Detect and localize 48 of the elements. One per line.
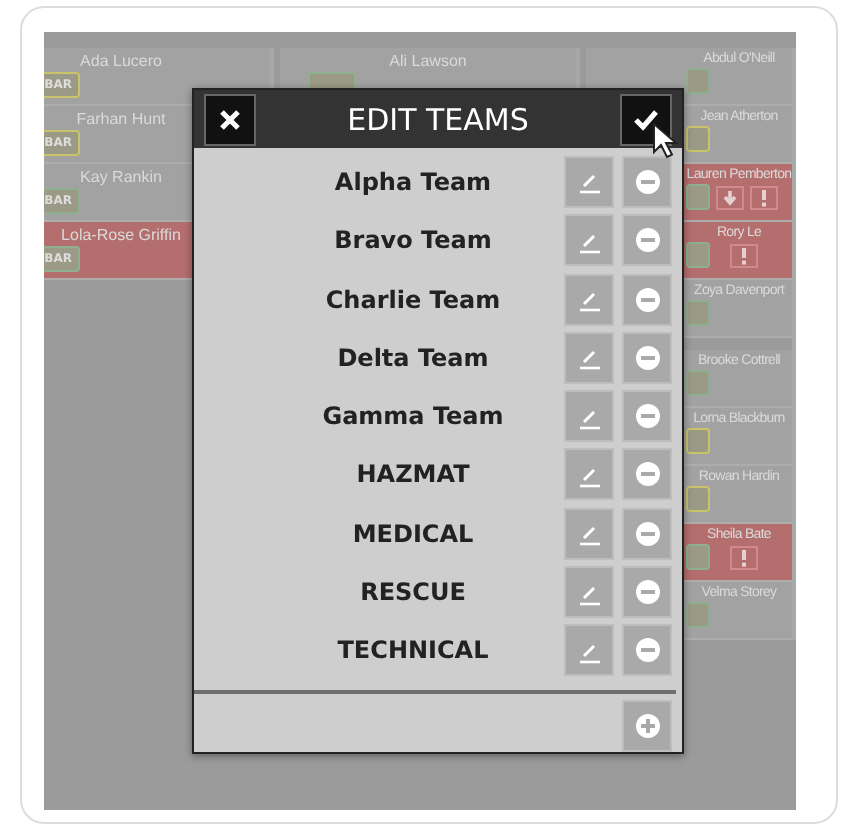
edit-button[interactable] (564, 507, 614, 560)
edit-button[interactable] (564, 390, 614, 443)
cursor-icon (652, 121, 678, 160)
edit-button[interactable] (564, 155, 614, 208)
edit-button[interactable] (564, 273, 614, 326)
person-name: Ali Lawson (389, 52, 467, 70)
minus-circle-icon (635, 462, 659, 487)
remove-button[interactable] (622, 566, 672, 619)
close-icon (216, 105, 244, 134)
remove-button[interactable] (622, 390, 672, 443)
minus-circle-icon (635, 404, 659, 429)
edit-button[interactable] (564, 331, 614, 384)
minus-circle-icon (635, 580, 659, 605)
person-name: Kay Rankin (80, 168, 162, 186)
remove-button[interactable] (622, 624, 672, 677)
team-name: Bravo Team (332, 226, 494, 255)
minus-circle-icon (635, 287, 659, 312)
edit-button[interactable] (564, 448, 614, 501)
edit-button[interactable] (564, 566, 614, 619)
dialog-title: EDIT TEAMS (345, 101, 531, 138)
team-name: Gamma Team (320, 402, 506, 431)
edit-button[interactable] (564, 624, 614, 677)
team-name: RESCUE (358, 578, 468, 607)
remove-button[interactable] (622, 507, 672, 560)
plus-circle-icon (635, 714, 659, 738)
team-name: HAZMAT (354, 460, 472, 489)
person-name: Lola-Rose Griffin (61, 226, 181, 244)
team-name: TECHNICAL (335, 636, 491, 665)
person-name: Farhan Hunt (76, 110, 166, 128)
minus-circle-icon (635, 638, 659, 663)
add-button[interactable] (622, 700, 672, 752)
edit-button[interactable] (564, 214, 614, 267)
minus-circle-icon (635, 169, 659, 194)
team-name: MEDICAL (350, 519, 476, 548)
remove-button[interactable] (622, 331, 672, 384)
minus-circle-icon (635, 228, 659, 253)
remove-button[interactable] (622, 448, 672, 501)
team-name: Delta Team (335, 343, 491, 372)
remove-button[interactable] (622, 273, 672, 326)
minus-circle-icon (635, 345, 659, 370)
team-name: Charlie Team (323, 285, 503, 314)
minus-circle-icon (635, 521, 659, 546)
remove-button[interactable] (622, 155, 672, 208)
person-name: Ada Lucero (80, 52, 162, 70)
close-button[interactable] (204, 93, 256, 146)
checkmark-icon (632, 105, 660, 134)
remove-button[interactable] (622, 214, 672, 267)
team-name: Alpha Team (332, 167, 494, 196)
